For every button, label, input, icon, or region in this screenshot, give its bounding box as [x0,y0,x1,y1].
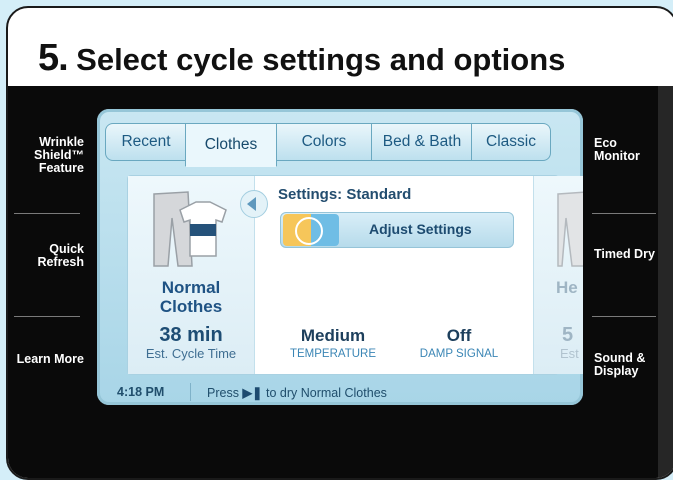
eco-monitor-button[interactable]: Eco Monitor [594,137,664,163]
temperature-value[interactable]: Medium [278,326,388,346]
panel-edge [658,86,673,478]
damp-signal-value[interactable]: Off [404,326,514,346]
next-cycle-name: He [556,278,578,297]
circle-icon [295,217,323,245]
timed-dry-button[interactable]: Timed Dry [594,248,664,261]
step-heading: 5. Select cycle settings and options [38,37,565,80]
selected-cycle[interactable]: Normal Clothes 38 min Est. Cycle Time [128,176,255,374]
divider [14,316,80,317]
cycle-time-label: Est. Cycle Time [145,346,237,361]
divider [592,316,656,317]
tab-bed-bath[interactable]: Bed & Bath [371,123,473,161]
tab-colors[interactable]: Colors [275,123,373,161]
settings-title: Settings: Standard [278,186,412,203]
instruction-card: 5. Select cycle settings and options Wri… [6,6,673,480]
status-divider [190,383,191,401]
damp-signal-label: DAMP SIGNAL [419,348,499,360]
divider [592,213,656,214]
wrinkle-shield-button[interactable]: Wrinkle Shield™ Feature [14,136,84,175]
divider [14,213,80,214]
status-message: Press ▶❚ to dry Normal Clothes [207,386,387,400]
sound-display-button[interactable]: Sound & Display [594,352,664,378]
cycle-content: Normal Clothes 38 min Est. Cycle Time Se… [127,175,583,375]
status-bar: 4:18 PM Press ▶❚ to dry Normal Clothes [97,381,583,405]
adjust-settings-button[interactable]: Adjust Settings [280,212,514,248]
tab-recent[interactable]: Recent [105,123,187,161]
previous-cycle-button[interactable] [240,190,268,218]
quick-refresh-button[interactable]: Quick Refresh [14,243,84,269]
learn-more-button[interactable]: Learn More [14,353,84,366]
next-cycle-peek[interactable]: He 5 Est [533,176,583,374]
touch-screen: Recent Clothes Colors Bed & Bath Classic… [97,109,583,405]
cycle-tabs: Recent Clothes Colors Bed & Bath Classic [105,123,565,167]
cycle-name: Normal Clothes [159,278,223,316]
step-title: Select cycle settings and options [76,42,566,77]
next-cycle-time-label: Est [560,346,579,361]
next-cycle-time: 5 [562,324,574,346]
clock: 4:18 PM [117,385,165,399]
step-number: 5. [38,37,69,79]
cycle-time: 38 min [159,324,223,346]
start-pause-icon: ▶❚ [242,386,263,400]
clothes-icon [557,191,583,267]
adjust-settings-label: Adjust Settings [369,221,472,237]
tab-classic[interactable]: Classic [471,123,551,161]
tab-clothes[interactable]: Clothes [185,123,277,167]
temperature-label: TEMPERATURE [289,348,377,360]
clothes-icon [153,191,227,267]
chevron-left-icon [247,197,256,211]
